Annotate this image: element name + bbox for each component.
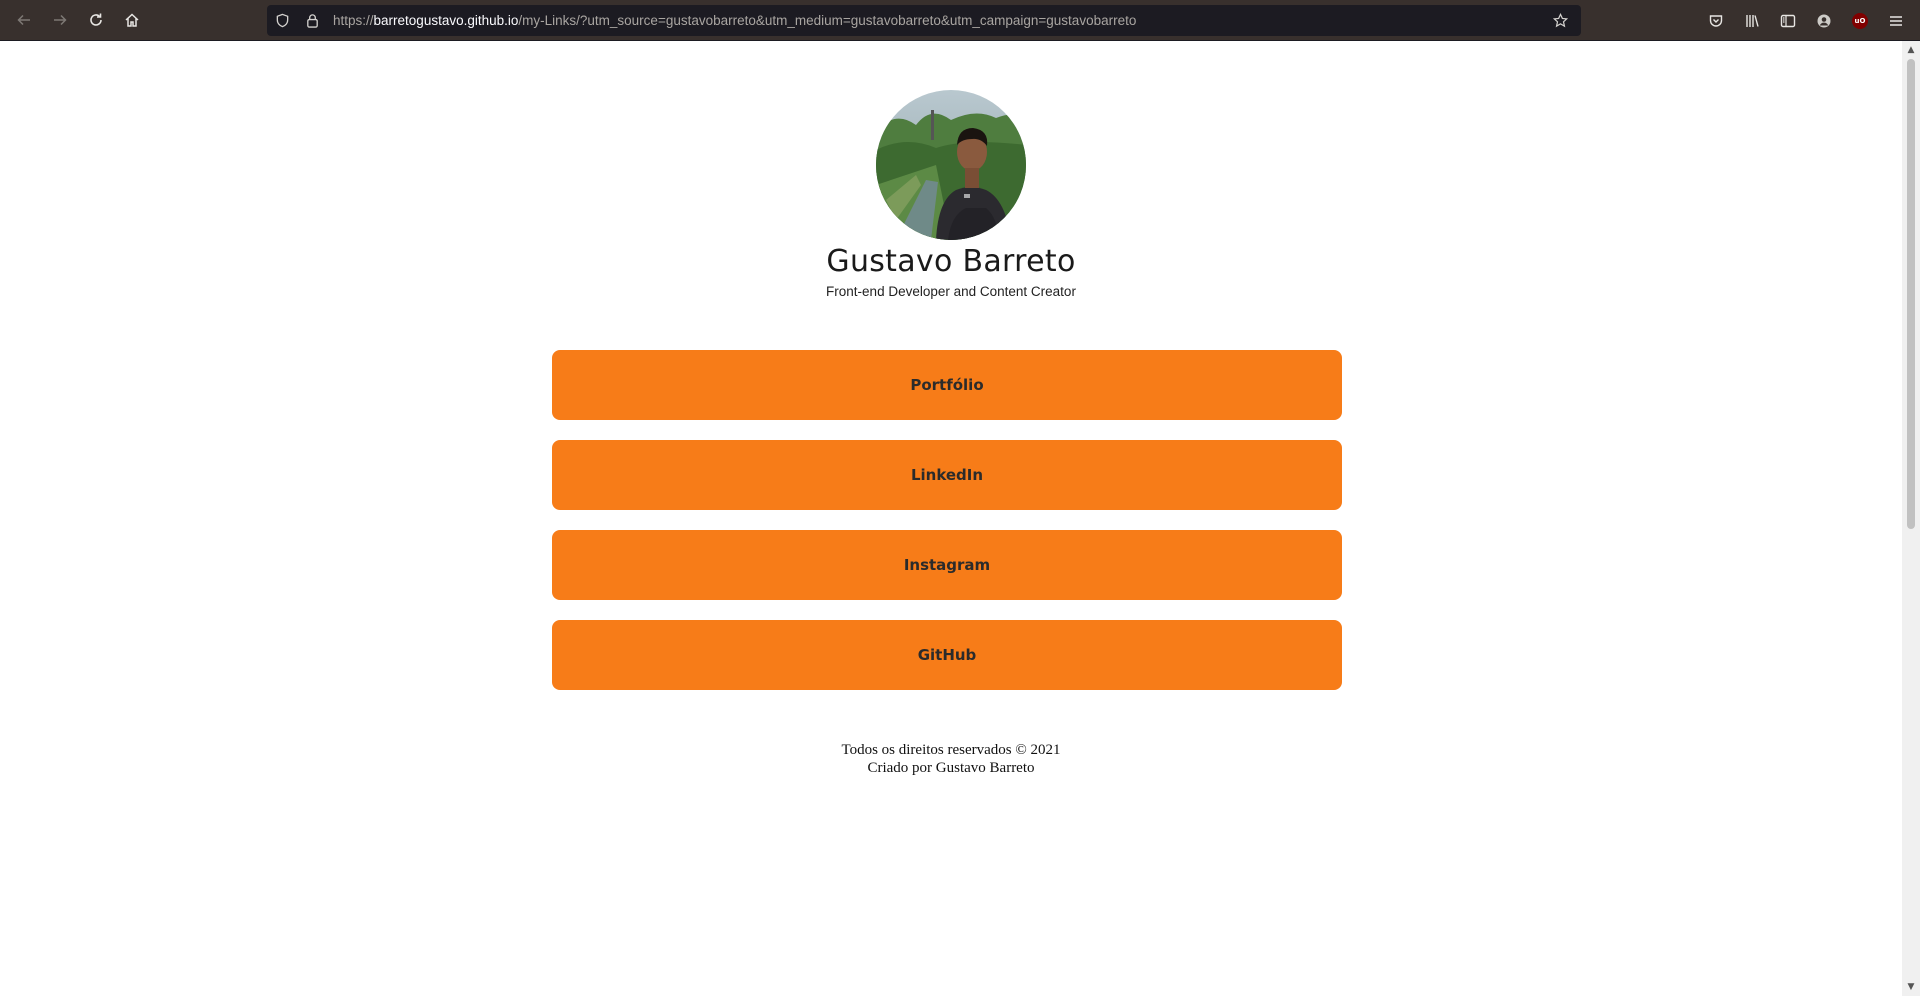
bookmark-button[interactable] [1545,5,1575,36]
site-security-button[interactable] [297,5,327,36]
account-icon [1817,14,1831,27]
url-host: barretogustavo.github.io [373,13,519,28]
pocket-button[interactable] [1698,3,1734,39]
lock-icon [306,14,318,28]
links-list: Portfólio LinkedIn Instagram GitHub [552,350,1342,710]
library-button[interactable] [1734,3,1770,39]
ublock-label: uO [1854,16,1866,25]
vertical-scrollbar[interactable]: ▲ ▼ [1902,41,1920,996]
hamburger-menu-icon [1890,15,1902,26]
address-bar[interactable]: https://barretogustavo.github.io/my-Link… [267,5,1581,36]
home-icon [125,13,139,27]
shield-icon [276,13,288,28]
scroll-up-arrow-icon[interactable]: ▲ [1906,45,1916,55]
footer: Todos os direitos reservados © 2021 Cria… [0,741,1902,777]
browser-toolbar: https://barretogustavo.github.io/my-Link… [0,0,1920,41]
menu-button[interactable] [1878,3,1914,39]
github-link-button[interactable]: GitHub [552,620,1342,690]
profile-subtitle: Front-end Developer and Content Creator [826,284,1076,299]
toolbar-right: uO [1698,0,1920,41]
forward-button[interactable] [42,2,78,38]
url-prefix: https:// [333,13,374,28]
ublock-button[interactable]: uO [1842,3,1878,39]
url-path: /my-Links/?utm_source=gustavobarreto&utm… [518,13,1137,28]
footer-copyright: Todos os direitos reservados © 2021 [841,742,1061,758]
profile-avatar [876,90,1026,240]
sidebar-button[interactable] [1770,3,1806,39]
portfolio-link-button[interactable]: Portfólio [552,350,1342,420]
instagram-link-button[interactable]: Instagram [552,530,1342,600]
scrollbar-thumb[interactable] [1907,59,1915,529]
star-icon [1552,13,1568,28]
reload-button[interactable] [78,2,114,38]
navigation-buttons [6,2,150,38]
tracking-protection-button[interactable] [267,5,297,36]
reload-icon [90,13,102,26]
ublock-icon: uO [1852,12,1868,29]
arrow-left-icon [17,14,30,26]
linkedin-link-button[interactable]: LinkedIn [552,440,1342,510]
page-content: Gustavo Barreto Front-end Developer and … [0,41,1902,996]
scroll-down-arrow-icon[interactable]: ▼ [1906,982,1916,992]
profile-photo [876,90,1026,240]
footer-credit: Criado por Gustavo Barreto [867,760,1035,776]
library-icon [1746,14,1759,27]
back-button[interactable] [6,2,42,38]
arrow-right-icon [54,14,67,26]
home-button[interactable] [114,2,150,38]
sidebar-icon [1780,14,1796,27]
pocket-icon [1709,14,1723,27]
profile-name: Gustavo Barreto [826,244,1076,279]
url-text[interactable]: https://barretogustavo.github.io/my-Link… [333,13,1545,28]
account-button[interactable] [1806,3,1842,39]
